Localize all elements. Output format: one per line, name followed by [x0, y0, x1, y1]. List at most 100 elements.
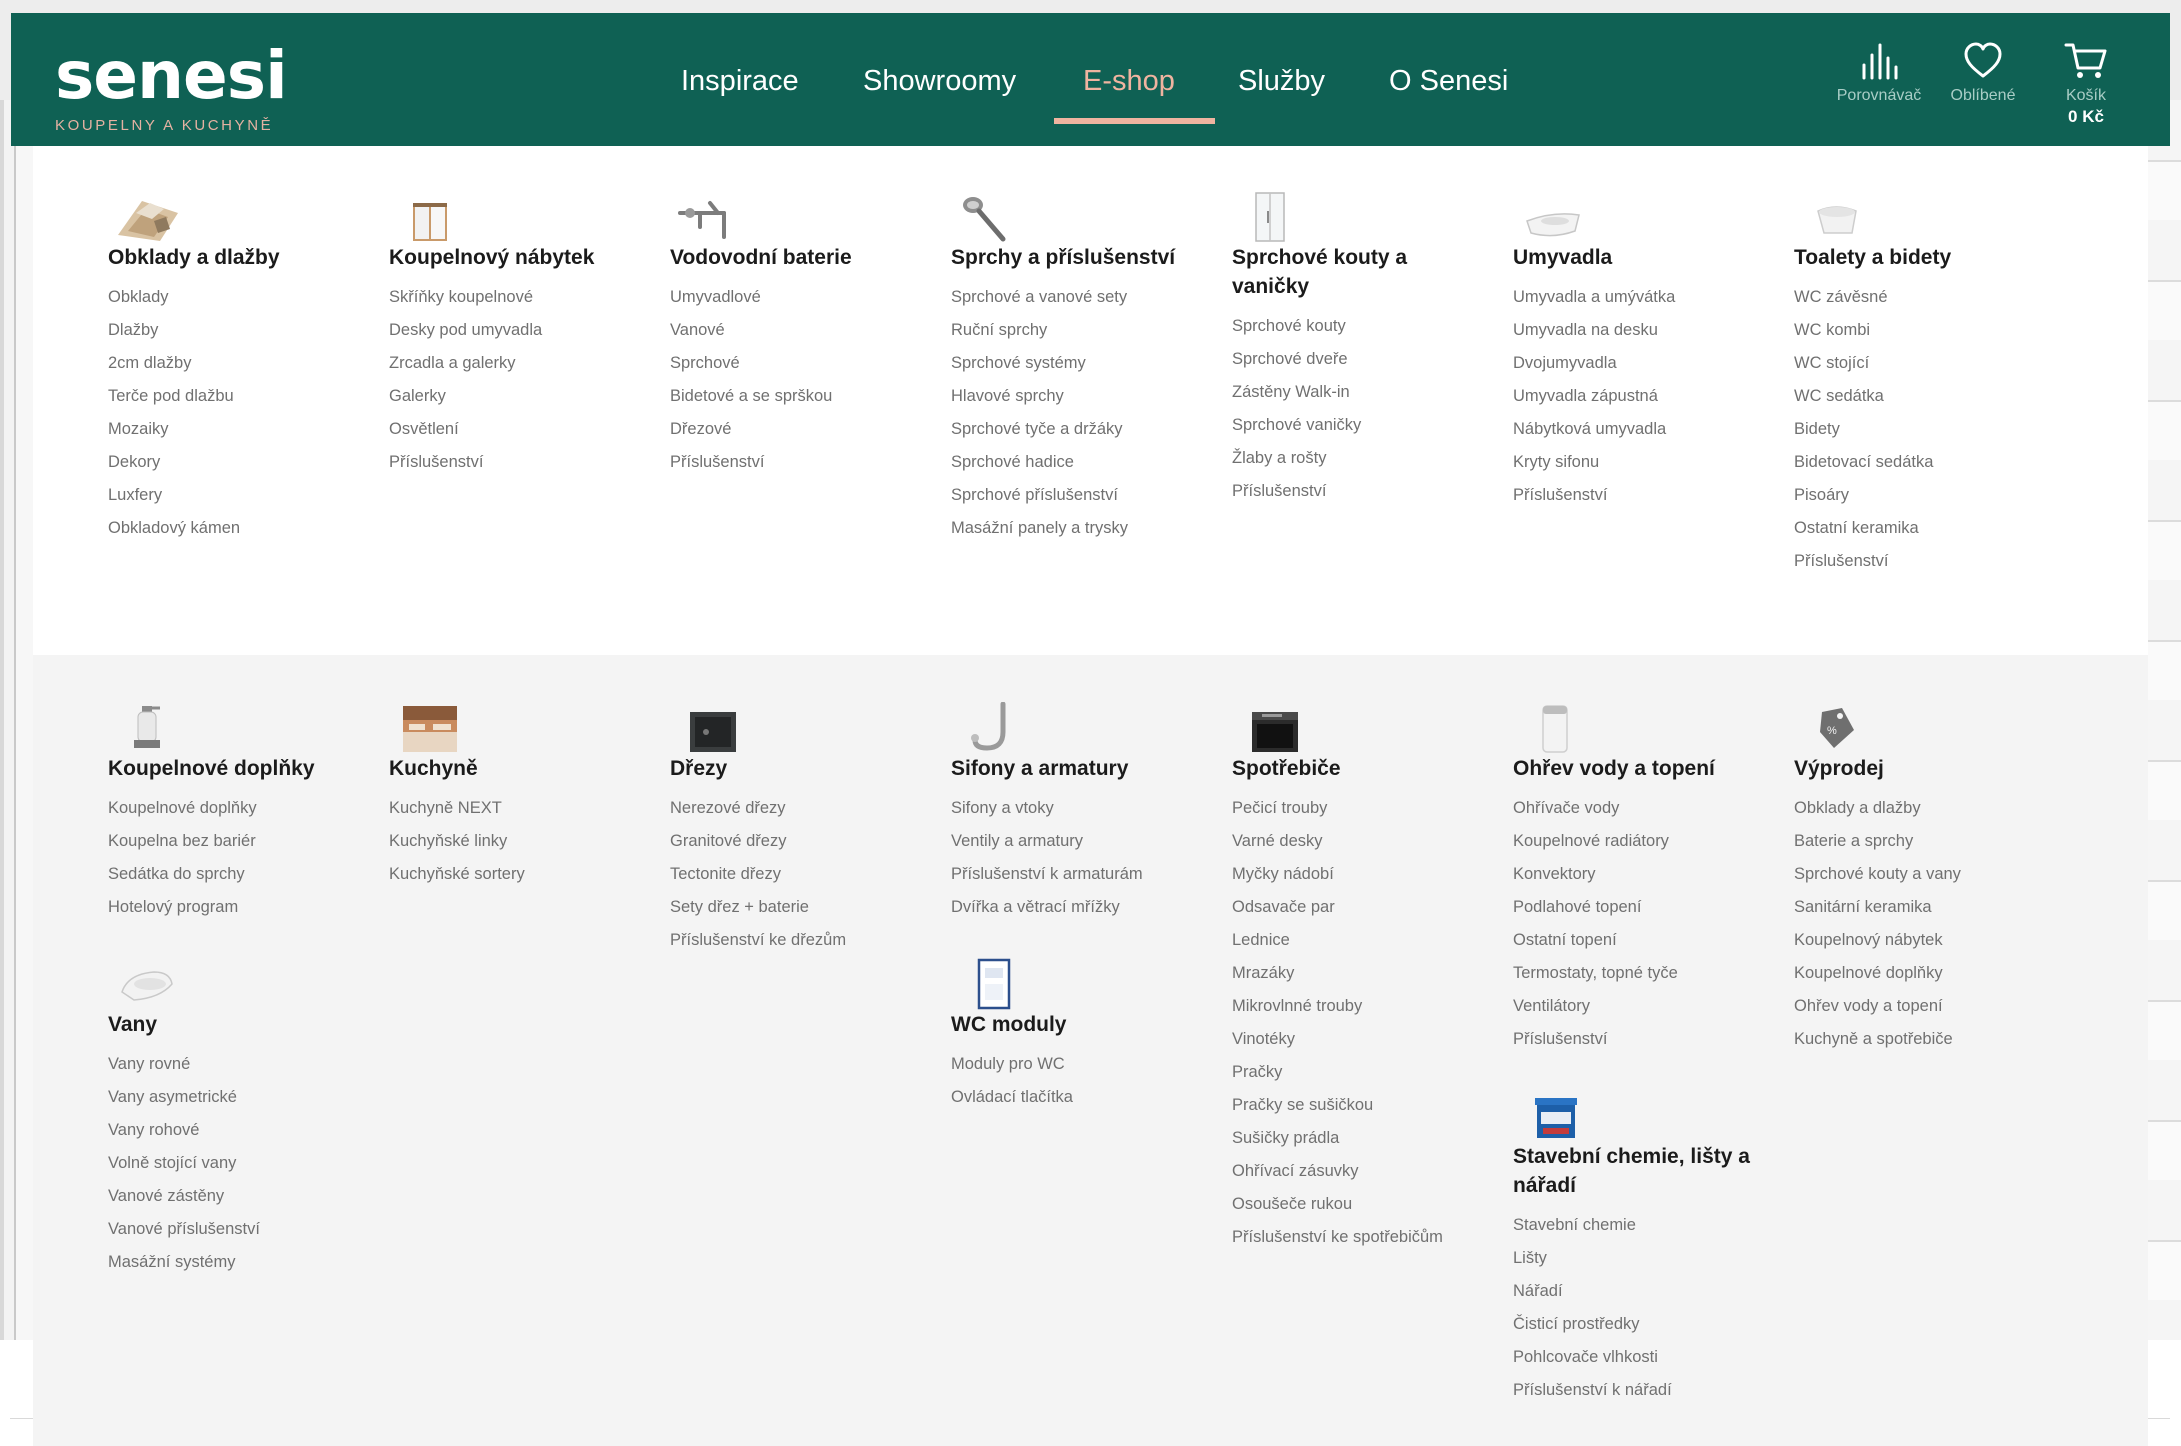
subcategory-link[interactable]: Desky pod umyvadla — [389, 314, 644, 347]
subcategory-link[interactable]: Pisoáry — [1794, 479, 2049, 512]
subcategory-link[interactable]: Termostaty, topné tyče — [1513, 957, 1768, 990]
subcategory-link[interactable]: Příslušenství — [389, 446, 644, 479]
subcategory-link[interactable]: Dekory — [108, 446, 363, 479]
subcategory-link[interactable]: Varné desky — [1232, 825, 1487, 858]
subcategory-link[interactable]: Mozaiky — [108, 413, 363, 446]
subcategory-link[interactable]: Dvířka a větrací mřížky — [951, 891, 1206, 924]
subcategory-link[interactable]: Nábytková umyvadla — [1513, 413, 1768, 446]
subcategory-link[interactable]: Sprchové příslušenství — [951, 479, 1206, 512]
subcategory-link[interactable]: Hlavové sprchy — [951, 380, 1206, 413]
subcategory-link[interactable]: Kuchyně a spotřebiče — [1794, 1023, 2049, 1056]
subcategory-link[interactable]: Tectonite dřezy — [670, 858, 925, 891]
subcategory-link[interactable]: Příslušenství — [670, 446, 925, 479]
subcategory-link[interactable]: Lišty — [1513, 1242, 1768, 1275]
subcategory-link[interactable]: Sprchové hadice — [951, 446, 1206, 479]
subcategory-link[interactable]: Ohřívače vody — [1513, 792, 1768, 825]
category-title-umyvadla[interactable]: Umyvadla — [1513, 246, 1612, 269]
subcategory-link[interactable]: Kuchyňské linky — [389, 825, 644, 858]
subcategory-link[interactable]: Sprchové vaničky — [1232, 409, 1487, 442]
subcategory-link[interactable]: Vany rovné — [108, 1048, 363, 1081]
category-title-drezy[interactable]: Dřezy — [670, 757, 727, 780]
paint-bucket-icon[interactable] — [1513, 1090, 1593, 1142]
category-title-kouty[interactable]: Sprchové kouty a vaničky — [1232, 246, 1407, 298]
water-heater-icon[interactable] — [1513, 702, 1593, 754]
nav-o-senesi[interactable]: O Senesi — [1389, 65, 1508, 98]
subcategory-link[interactable]: Kuchyňské sortery — [389, 858, 644, 891]
subcategory-link[interactable]: Kuchyně NEXT — [389, 792, 644, 825]
favorites-button[interactable]: Oblíbené — [1933, 41, 2033, 105]
subcategory-link[interactable]: Příslušenství — [1794, 545, 2049, 578]
subcategory-link[interactable]: Umyvadlové — [670, 281, 925, 314]
subcategory-link[interactable]: WC sedátka — [1794, 380, 2049, 413]
category-title-sprchy[interactable]: Sprchy a příslušenství — [951, 246, 1175, 269]
subcategory-link[interactable]: Koupelnové doplňky — [1794, 957, 2049, 990]
subcategory-link[interactable]: Sprchové tyče a držáky — [951, 413, 1206, 446]
subcategory-link[interactable]: Příslušenství k armaturám — [951, 858, 1206, 891]
subcategory-link[interactable]: Sprchové systémy — [951, 347, 1206, 380]
subcategory-link[interactable]: Příslušenství — [1232, 475, 1487, 508]
subcategory-link[interactable]: Žlaby a rošty — [1232, 442, 1487, 475]
subcategory-link[interactable]: Osoušeče rukou — [1232, 1188, 1487, 1221]
subcategory-link[interactable]: Masážní panely a trysky — [951, 512, 1206, 545]
subcategory-link[interactable]: Vany rohové — [108, 1114, 363, 1147]
subcategory-link[interactable]: Ohřev vody a topení — [1794, 990, 2049, 1023]
category-title-obklady[interactable]: Obklady a dlažby — [108, 246, 280, 269]
subcategory-link[interactable]: Sušičky prádla — [1232, 1122, 1487, 1155]
subcategory-link[interactable]: Sprchové kouty — [1232, 310, 1487, 343]
subcategory-link[interactable]: Sprchové — [670, 347, 925, 380]
subcategory-link[interactable]: Hotelový program — [108, 891, 363, 924]
subcategory-link[interactable]: Bidety — [1794, 413, 2049, 446]
subcategory-link[interactable]: Ostatní topení — [1513, 924, 1768, 957]
sink-icon[interactable] — [670, 702, 750, 754]
faucet-icon[interactable] — [670, 191, 750, 243]
subcategory-link[interactable]: Koupelna bez bariér — [108, 825, 363, 858]
subcategory-link[interactable]: Volně stojící vany — [108, 1147, 363, 1180]
subcategory-link[interactable]: Koupelnový nábytek — [1794, 924, 2049, 957]
shower-head-icon[interactable] — [951, 191, 1031, 243]
subcategory-link[interactable]: Pohlcovače vlhkosti — [1513, 1341, 1768, 1374]
subcategory-link[interactable]: Příslušenství ke dřezům — [670, 924, 925, 957]
subcategory-link[interactable]: Pračky se sušičkou — [1232, 1089, 1487, 1122]
nav-sluzby[interactable]: Služby — [1238, 65, 1325, 98]
subcategory-link[interactable]: Ventilátory — [1513, 990, 1768, 1023]
subcategory-link[interactable]: Umyvadla zápustná — [1513, 380, 1768, 413]
subcategory-link[interactable]: Vanové — [670, 314, 925, 347]
subcategory-link[interactable]: Granitové dřezy — [670, 825, 925, 858]
subcategory-link[interactable]: WC závěsné — [1794, 281, 2049, 314]
subcategory-link[interactable]: Sprchové a vanové sety — [951, 281, 1206, 314]
subcategory-link[interactable]: Sprchové dveře — [1232, 343, 1487, 376]
subcategory-link[interactable]: Umyvadla na desku — [1513, 314, 1768, 347]
subcategory-link[interactable]: Galerky — [389, 380, 644, 413]
subcategory-link[interactable]: Zrcadla a galerky — [389, 347, 644, 380]
subcategory-link[interactable]: Skříňky koupelnové — [389, 281, 644, 314]
subcategory-link[interactable]: Ventily a armatury — [951, 825, 1206, 858]
subcategory-link[interactable]: Obklady — [108, 281, 363, 314]
category-title-baterie[interactable]: Vodovodní baterie — [670, 246, 852, 269]
subcategory-link[interactable]: Pečicí trouby — [1232, 792, 1487, 825]
subcategory-link[interactable]: 2cm dlažby — [108, 347, 363, 380]
subcategory-link[interactable]: Umyvadla a umývátka — [1513, 281, 1768, 314]
subcategory-link[interactable]: Sifony a vtoky — [951, 792, 1206, 825]
category-title-sifony[interactable]: Sifony a armatury — [951, 757, 1128, 780]
subcategory-link[interactable]: Obkladový kámen — [108, 512, 363, 545]
nav-eshop[interactable]: E-shop — [1083, 65, 1175, 98]
subcategory-link[interactable]: Myčky nádobí — [1232, 858, 1487, 891]
category-title-wc-moduly[interactable]: WC moduly — [951, 1013, 1067, 1036]
bathtub-icon[interactable] — [108, 958, 188, 1010]
nav-showroomy[interactable]: Showroomy — [863, 65, 1016, 98]
subcategory-link[interactable]: Pračky — [1232, 1056, 1487, 1089]
tiles-icon[interactable] — [108, 191, 188, 243]
subcategory-link[interactable]: Bidetovací sedátka — [1794, 446, 2049, 479]
wc-module-icon[interactable] — [951, 958, 1031, 1010]
soap-dispenser-icon[interactable] — [108, 702, 188, 754]
subcategory-link[interactable]: Nářadí — [1513, 1275, 1768, 1308]
subcategory-link[interactable]: Zástěny Walk-in — [1232, 376, 1487, 409]
subcategory-link[interactable]: Odsavače par — [1232, 891, 1487, 924]
compare-button[interactable]: Porovnávač — [1829, 41, 1929, 105]
subcategory-link[interactable]: Terče pod dlažbu — [108, 380, 363, 413]
subcategory-link[interactable]: Sety dřez + baterie — [670, 891, 925, 924]
logo[interactable]: senesi KOUPELNY A KUCHYNĚ — [55, 43, 288, 135]
subcategory-link[interactable]: Konvektory — [1513, 858, 1768, 891]
shower-enclosure-icon[interactable] — [1232, 191, 1312, 243]
subcategory-link[interactable]: Ovládací tlačítka — [951, 1081, 1206, 1114]
